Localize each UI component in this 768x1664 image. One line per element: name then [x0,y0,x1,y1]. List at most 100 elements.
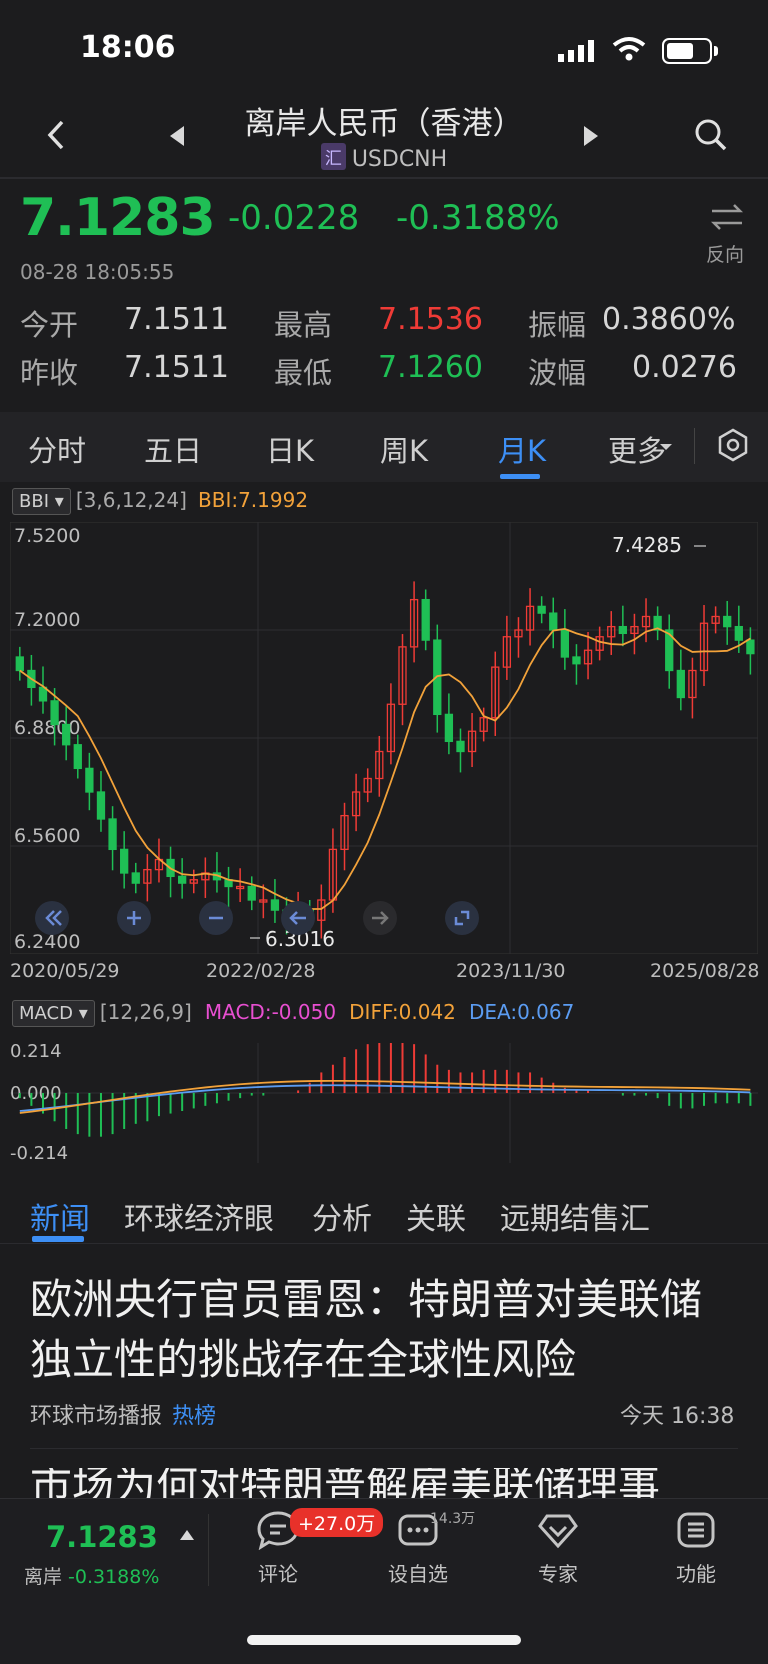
tab-intraday[interactable]: 分时 [28,428,86,470]
candle-body [618,625,627,635]
tab-more[interactable]: 更多 [608,428,666,470]
candle-body [247,885,256,901]
indicator-selector[interactable]: BBI ▾ [12,488,71,515]
bottom-change-pct: -0.3188% [68,1566,160,1588]
macd-row: MACD ▾ [12,26,9] MACD:-0.050 DIFF:0.042 … [12,1000,575,1027]
swap-icon[interactable] [710,203,744,235]
indicator-row: BBI ▾ [3,6,12,24] BBI:7.1992 [12,488,308,515]
function-label: 功能 [676,1562,716,1586]
macd-y-tick: 0.214 [10,1043,62,1062]
y-tick: 7.5200 [14,525,80,547]
macd-value: MACD:-0.050 [204,1000,337,1024]
tab-analysis[interactable]: 分析 [312,1194,372,1238]
currency-tag: 汇 [320,143,346,170]
tab-monthly-k[interactable]: 月K [498,428,546,470]
news-source: 环球市场播报 热榜 [30,1398,216,1430]
news-headline[interactable]: 欧洲央行官员雷恩：特朗普对美联储独立性的挑战存在全球性风险 [30,1270,740,1390]
macd-params: [12,26,9] [99,1000,192,1024]
active-tab-underline [500,474,540,479]
expand-up-icon[interactable] [180,1530,194,1540]
kline-chart[interactable]: 7.52007.20006.88006.56006.24007.42856.30… [10,522,758,954]
candle-body [131,872,140,884]
y-tick: 7.2000 [14,609,80,631]
bottom-price: 7.1283 [46,1520,158,1554]
news-source-name: 环球市场播报 [30,1404,163,1429]
macd-chart[interactable]: 0.2140.000-0.214 [10,1043,758,1163]
watchlist-count: 14.3万 [430,1511,476,1527]
stat-label: 昨收 [20,356,79,390]
expert-label: 专家 [538,1562,578,1586]
stat-value: 0.3860% [602,302,736,337]
active-news-tab-underline [32,1236,84,1242]
tab-forward-fx[interactable]: 远期结售汇 [500,1194,650,1238]
candle-body [456,740,465,753]
menu-icon [677,1512,715,1548]
dea-value: DEA:0.067 [468,1000,575,1024]
stat-label: 最低 [274,356,333,390]
candle-body [120,848,129,874]
expert-button[interactable]: 专家 [508,1510,608,1587]
home-indicator [247,1635,521,1645]
stat-value-low: 7.1260 [378,350,483,385]
macd-selector[interactable]: MACD ▾ [12,1000,95,1027]
fullscreen-icon[interactable] [444,900,480,940]
y-tick: 6.8800 [14,717,80,739]
news-headline-partial[interactable]: 市场为何对特朗普解雇美联储理事 [30,1468,740,1498]
pan-left-icon[interactable] [280,900,316,940]
settings-icon[interactable] [716,428,750,466]
indicator-params: [3,6,12,24] [75,488,187,512]
search-icon[interactable] [694,118,728,156]
bottom-label: 离岸 -0.3188% [24,1562,159,1589]
price-change-pct: -0.3188% [396,198,560,238]
candle-body [537,605,546,614]
candle-body [50,700,59,726]
stat-label: 最高 [274,308,333,342]
watchlist-label: 设自选 [388,1562,448,1586]
divider [30,1448,738,1449]
x-tick: 2020/05/29 [10,960,120,982]
bottom-market-label: 离岸 [24,1566,63,1588]
battery-tip [714,46,718,56]
rewind-icon[interactable] [34,900,70,940]
candle-body [15,656,24,672]
macd-y-tick: -0.214 [10,1143,68,1163]
stat-value: 7.1511 [124,350,229,385]
zoom-out-icon[interactable] [198,900,234,940]
status-time: 18:06 [80,30,176,65]
bbi-line [19,627,751,910]
candle-body [108,818,117,851]
stat-label: 今开 [20,308,79,342]
zoom-in-icon[interactable] [116,900,152,940]
candle-body [96,791,106,820]
candle-body [85,767,94,793]
candle-body [62,723,71,746]
news-tabs: 新闻 环球经济眼 分析 关联 远期结售汇 [0,1188,768,1244]
stat-label: 波幅 [528,356,587,390]
diamond-icon [538,1514,578,1549]
quote-timestamp: 08-28 18:05:55 [20,260,175,284]
next-item-icon[interactable] [584,126,598,146]
battery-icon [662,38,712,64]
last-price: 7.1283 [20,188,216,248]
candle-body [444,713,454,743]
reverse-button[interactable]: 反向 [706,240,744,267]
function-button[interactable]: 功能 [646,1510,746,1587]
tab-news[interactable]: 新闻 [30,1194,90,1238]
tab-five-day[interactable]: 五日 [144,428,202,470]
pan-right-icon[interactable] [362,900,398,940]
more-caret-icon [660,444,672,450]
candle-body [746,639,755,655]
symbol-line: 汇 USDCNH [0,143,768,172]
y-tick: 6.5600 [14,825,80,847]
comment-label: 评论 [258,1562,298,1586]
diff-value: DIFF:0.042 [349,1000,456,1024]
period-tabs: 分时 五日 日K 周K 月K 更多 [0,412,768,482]
tab-daily-k[interactable]: 日K [266,428,314,470]
tab-related[interactable]: 关联 [406,1194,466,1238]
hot-tag[interactable]: 热榜 [172,1404,216,1429]
tab-global-economy[interactable]: 环球经济眼 [124,1194,274,1238]
x-tick: 2025/08/28 [650,960,760,982]
tab-weekly-k[interactable]: 周K [380,428,428,470]
candle-body [676,669,685,699]
candle-body [270,899,280,911]
